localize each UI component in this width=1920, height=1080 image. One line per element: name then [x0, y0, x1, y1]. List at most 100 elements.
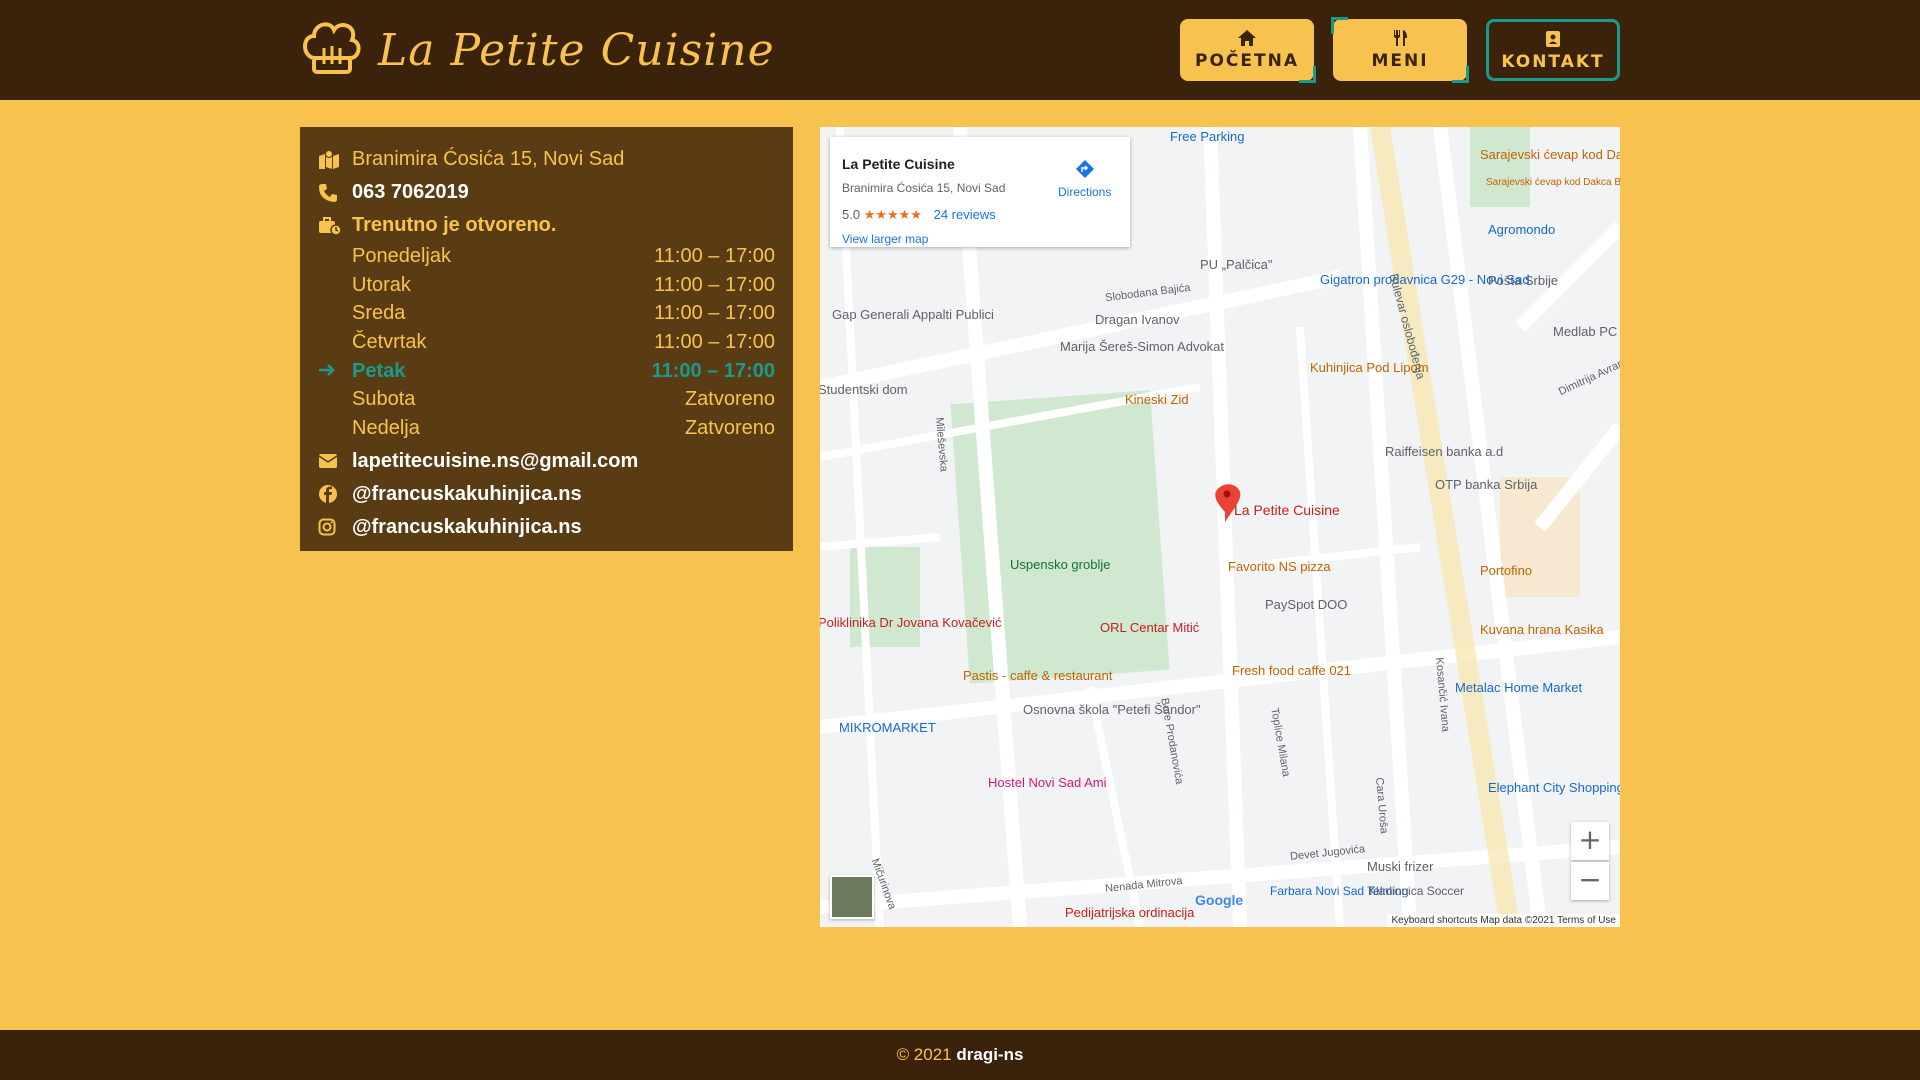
map-poi[interactable]: OTP banka Srbija: [1435, 477, 1537, 492]
site-footer: © 2021 dragi-ns: [0, 1030, 1920, 1080]
place-address: Branimira Ćosića 15, Novi Sad: [842, 181, 1006, 195]
contact-card-icon: [1489, 30, 1617, 48]
nav-home-button[interactable]: POČETNA: [1180, 19, 1316, 83]
map-poi[interactable]: Favorito NS pizza: [1228, 559, 1331, 574]
nav-home-label: POČETNA: [1195, 51, 1299, 71]
map-poi[interactable]: Gigatron prodavnica G29 - Novi Sad: [1320, 272, 1530, 287]
zoom-out-button[interactable]: −: [1571, 862, 1609, 900]
corner-accent: [1299, 66, 1316, 83]
map-poi[interactable]: Kinеski Zid: [1125, 392, 1189, 407]
hours-row-today: Petak 11:00 – 17:00: [318, 357, 775, 386]
day-label: Nedelja: [352, 416, 420, 439]
brand-name: La Petite Cuisine: [378, 25, 775, 76]
corner-accent: [1331, 17, 1348, 34]
map-poi[interactable]: Fresh food caffe 021: [1232, 663, 1351, 678]
facebook-link: @francuskakuhinjica.ns: [352, 482, 582, 505]
hours-row: Sreda 11:00 – 17:00: [318, 299, 775, 328]
map-poi[interactable]: MIKROMARKET: [839, 720, 936, 735]
google-logo: Google: [1195, 892, 1244, 908]
day-label: Utorak: [352, 273, 411, 296]
map-poi[interactable]: Hostel Novi Sad Ami: [988, 775, 1107, 790]
place-card: La Petite Cuisine Branimira Ćosića 15, N…: [830, 137, 1130, 247]
satellite-toggle[interactable]: [830, 875, 874, 919]
phone-row[interactable]: 063 7062019: [318, 176, 775, 209]
nav-menu-label: MENI: [1371, 51, 1429, 71]
map-poi[interactable]: Studentski dom: [820, 382, 908, 397]
hours-value: 11:00 – 17:00: [654, 244, 775, 267]
hours-value: 11:00 – 17:00: [654, 330, 775, 353]
instagram-row[interactable]: @francuskakuhinjica.ns: [318, 511, 775, 544]
email-row[interactable]: lapetitecuisine.ns@gmail.com: [318, 445, 775, 478]
day-label: Subota: [352, 388, 416, 411]
instagram-link: @francuskakuhinjica.ns: [352, 515, 582, 538]
map-poi[interactable]: Portofino: [1480, 563, 1532, 578]
map-poi[interactable]: Osnovna škola "Petefi Šandor": [1023, 702, 1201, 717]
view-larger-map-link[interactable]: View larger map: [842, 232, 928, 246]
nav-contact-label: KONTAKT: [1501, 52, 1605, 72]
map-poi[interactable]: Raiffeisen banka a.d: [1385, 444, 1503, 459]
copyright-text: © 2021: [896, 1045, 952, 1064]
hours-row: Utorak 11:00 – 17:00: [318, 271, 775, 300]
envelope-icon: [318, 453, 352, 469]
map-poi[interactable]: ORL Centar Mitić: [1100, 620, 1199, 635]
open-status-text: Trenutno je otvoreno.: [352, 214, 557, 236]
map-poi[interactable]: PaySpot DOO: [1265, 597, 1347, 612]
status-row: Trenutno je otvoreno.: [318, 209, 775, 242]
map-poi[interactable]: Medlab PC: [1553, 324, 1617, 339]
map-poi[interactable]: Elephant City Shopping Center: [1488, 780, 1620, 795]
reviews-link[interactable]: 24 reviews: [934, 207, 996, 222]
directions-link[interactable]: Directions: [1058, 185, 1111, 199]
author-link[interactable]: dragi-ns: [956, 1045, 1023, 1064]
hours-value: 11:00 – 17:00: [651, 359, 775, 382]
day-label: Sreda: [352, 302, 406, 325]
phone-icon: [318, 183, 352, 203]
facebook-icon: [318, 484, 352, 504]
zoom-in-button[interactable]: +: [1571, 822, 1609, 860]
map-poi[interactable]: Metalac Home Market: [1455, 680, 1582, 695]
place-rating: 5.0 ★★★★★ 24 reviews: [842, 207, 996, 223]
business-time-icon: [318, 216, 352, 236]
map-attribution[interactable]: Keyboard shortcuts Map data ©2021 Terms …: [1387, 914, 1620, 927]
hours-value: 11:00 – 17:00: [654, 273, 775, 296]
map-poi[interactable]: Free Parking: [1170, 129, 1244, 144]
nav-menu-button[interactable]: MENI: [1331, 17, 1469, 83]
map-poi[interactable]: Kuvana hrana Kasika: [1480, 622, 1604, 637]
facebook-row[interactable]: @francuskakuhinjica.ns: [318, 478, 775, 511]
map-poi[interactable]: Agromondo: [1488, 222, 1555, 237]
email-link: lapetitecuisine.ns@gmail.com: [352, 449, 639, 472]
map-poi[interactable]: Kladionica Soccer: [1368, 884, 1464, 898]
map-poi[interactable]: Dragan Ivanov: [1095, 312, 1180, 327]
phone-text: 063 7062019: [352, 181, 469, 203]
arrow-right-icon: [318, 360, 352, 383]
hours-value: Zatvoreno: [684, 388, 775, 411]
logo[interactable]: La Petite Cuisine: [300, 18, 775, 83]
map-poi[interactable]: PU „Palčica": [1200, 257, 1273, 272]
home-icon: [1180, 29, 1314, 47]
map-poi[interactable]: Marija Šereš-Simon Advokat: [1060, 339, 1224, 354]
nav-contact-button[interactable]: KONTAKT: [1486, 19, 1620, 81]
hours-value: Zatvoreno: [684, 416, 775, 439]
hours-row: Ponedeljak 11:00 – 17:00: [318, 242, 775, 271]
rating-value: 5.0: [842, 207, 861, 222]
google-map[interactable]: La Petite Cuisine Branimira Ćosića 15, N…: [820, 127, 1620, 927]
map-poi[interactable]: Gap Generali Appalti Publici: [832, 307, 994, 322]
map-marked-icon: [318, 149, 352, 170]
instagram-icon: [318, 518, 352, 536]
directions-icon[interactable]: [1075, 159, 1095, 184]
utensils-icon: [1333, 29, 1467, 47]
contact-panel: Branimira Ćosića 15, Novi Sad 063 706201…: [300, 127, 793, 551]
map-poi[interactable]: Muski frizer: [1367, 859, 1433, 874]
map-canvas[interactable]: [820, 127, 1620, 927]
hours-value: 11:00 – 17:00: [654, 302, 775, 325]
map-poi[interactable]: Sarajevski ćevap kod Dakca BULEVAR: [1486, 177, 1620, 188]
hours-row: Subota Zatvoreno: [318, 385, 775, 414]
map-poi[interactable]: Uspensko groblje: [1010, 557, 1110, 572]
hours-row: Nedelja Zatvoreno: [318, 414, 775, 443]
map-poi[interactable]: Sarajevski ćevap kod Dakca: [1480, 147, 1620, 162]
map-poi[interactable]: Pedijatrijska ordinacija: [1065, 905, 1194, 920]
place-title: La Petite Cuisine: [842, 156, 955, 172]
map-poi[interactable]: Pastis - caffe & restaurant: [963, 668, 1112, 683]
pin-label[interactable]: La Petite Cuisine: [1234, 502, 1340, 518]
day-label: Ponedeljak: [352, 244, 451, 267]
map-poi[interactable]: Poliklinika Dr Jovana Kovačević: [820, 615, 1002, 630]
